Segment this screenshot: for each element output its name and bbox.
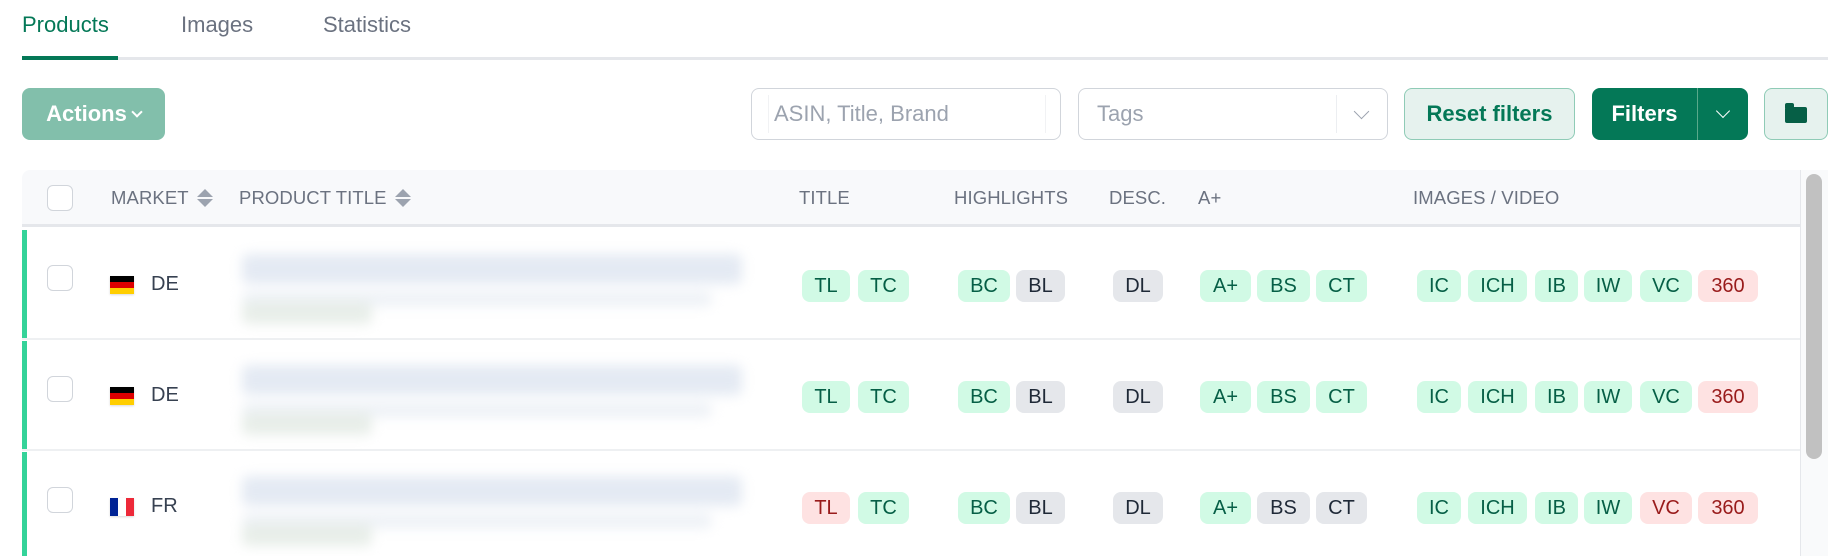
badge-360[interactable]: 360 [1698,381,1758,413]
badge-dl[interactable]: DL [1113,381,1163,413]
tags-select[interactable]: Tags [1078,88,1388,140]
badge-bc[interactable]: BC [958,492,1010,524]
column-market-label: MARKET [111,187,189,208]
column-desc: DESC. [1109,187,1167,208]
table-header: MARKET PRODUCT TITLE TITLE HIGHLIGHTS DE… [22,170,1800,227]
filters-button[interactable]: Filters [1592,101,1697,127]
badge-360[interactable]: 360 [1698,270,1758,302]
folder-icon [1785,103,1807,123]
row-checkbox[interactable] [47,265,73,291]
column-images-video: IMAGES / VIDEO [1413,187,1560,208]
badge-ich[interactable]: ICH [1468,492,1527,524]
select-all-checkbox[interactable] [47,185,73,211]
table-row[interactable]: DE TL TC BC BL DL A+ BS CT IC ICH IB IW VC 360 [22,230,1800,340]
chevron-down-icon[interactable] [1353,103,1370,120]
table-row[interactable]: DE TL TC BC BL DL A+ BS CT IC ICH IB IW VC 360 [22,341,1800,451]
actions-label: Actions [46,101,127,126]
tab-statistics[interactable]: Statistics [323,12,411,38]
badge-aplus[interactable]: A+ [1200,270,1251,302]
badge-iw[interactable]: IW [1584,270,1632,302]
badge-tc[interactable]: TC [858,492,909,524]
badge-ib[interactable]: IB [1535,492,1578,524]
chevron-down-icon [1715,103,1731,119]
column-title: TITLE [799,187,850,208]
reset-filters-button[interactable]: Reset filters [1404,88,1575,140]
column-market[interactable]: MARKET [111,187,213,209]
badge-ich[interactable]: ICH [1468,270,1527,302]
badge-aplus[interactable]: A+ [1200,492,1251,524]
product-title-blurred[interactable] [232,468,742,552]
badge-ct[interactable]: CT [1316,492,1367,524]
tags-separator [1336,95,1337,133]
filters-dropdown-toggle[interactable] [1698,103,1748,119]
flag-fr-icon [110,498,134,516]
badge-tl[interactable]: TL [802,270,850,302]
badge-ich[interactable]: ICH [1468,381,1527,413]
tab-products[interactable]: Products [22,12,109,38]
row-checkbox[interactable] [47,487,73,513]
badge-ic[interactable]: IC [1417,381,1461,413]
flag-de-icon [110,387,134,405]
badge-bl[interactable]: BL [1016,381,1065,413]
row-status-indicator [22,230,27,338]
column-aplus: A+ [1198,187,1222,208]
market-code: DE [151,273,179,295]
row-checkbox[interactable] [47,376,73,402]
active-tab-indicator [22,56,118,60]
badge-iw[interactable]: IW [1584,381,1632,413]
filters-button-group: Filters [1592,88,1748,140]
flag-de-icon [110,276,134,294]
badge-ib[interactable]: IB [1535,381,1578,413]
row-status-indicator [22,452,27,556]
tab-divider [22,57,1828,60]
badge-ic[interactable]: IC [1417,270,1461,302]
badge-ic[interactable]: IC [1417,492,1461,524]
sort-icon[interactable] [394,189,411,207]
row-status-indicator [22,341,27,449]
product-title-blurred[interactable] [232,357,760,441]
badge-tl[interactable]: TL [802,492,850,524]
badge-dl[interactable]: DL [1113,270,1163,302]
badge-ct[interactable]: CT [1316,270,1367,302]
badge-tc[interactable]: TC [858,270,909,302]
sort-icon[interactable] [196,189,213,207]
badge-bl[interactable]: BL [1016,492,1065,524]
market-code: FR [151,495,178,517]
column-highlights: HIGHLIGHTS [954,187,1069,208]
products-table: MARKET PRODUCT TITLE TITLE HIGHLIGHTS DE… [22,170,1800,556]
actions-button[interactable]: Actions [22,88,165,140]
badge-vc[interactable]: VC [1640,381,1692,413]
badge-bc[interactable]: BC [958,381,1010,413]
badge-dl[interactable]: DL [1113,492,1163,524]
search-placeholder: ASIN, Title, Brand [774,101,949,126]
search-input[interactable]: ASIN, Title, Brand [751,88,1061,140]
saved-filters-button[interactable] [1764,88,1828,140]
badge-bs[interactable]: BS [1257,270,1310,302]
column-product-title[interactable]: PRODUCT TITLE [239,187,411,209]
market-code: DE [151,384,179,406]
scrollbar-thumb[interactable] [1806,174,1822,459]
badge-aplus[interactable]: A+ [1200,381,1251,413]
badge-vc[interactable]: VC [1640,270,1692,302]
badge-bc[interactable]: BC [958,270,1010,302]
table-row[interactable]: FR TL TC BC BL DL A+ BS CT IC ICH IB IW VC 360 [22,452,1800,556]
badge-tc[interactable]: TC [858,381,909,413]
badge-360[interactable]: 360 [1698,492,1758,524]
tags-placeholder: Tags [1097,101,1144,126]
chevron-down-icon [131,105,143,118]
badge-ib[interactable]: IB [1535,270,1578,302]
column-product-title-label: PRODUCT TITLE [239,187,387,208]
badge-bs[interactable]: BS [1257,381,1310,413]
product-title-blurred[interactable] [232,246,760,330]
badge-bl[interactable]: BL [1016,270,1065,302]
badge-ct[interactable]: CT [1316,381,1367,413]
badge-iw[interactable]: IW [1584,492,1632,524]
badge-tl[interactable]: TL [802,381,850,413]
tab-images[interactable]: Images [181,12,253,38]
badge-vc[interactable]: VC [1640,492,1692,524]
badge-bs[interactable]: BS [1257,492,1310,524]
